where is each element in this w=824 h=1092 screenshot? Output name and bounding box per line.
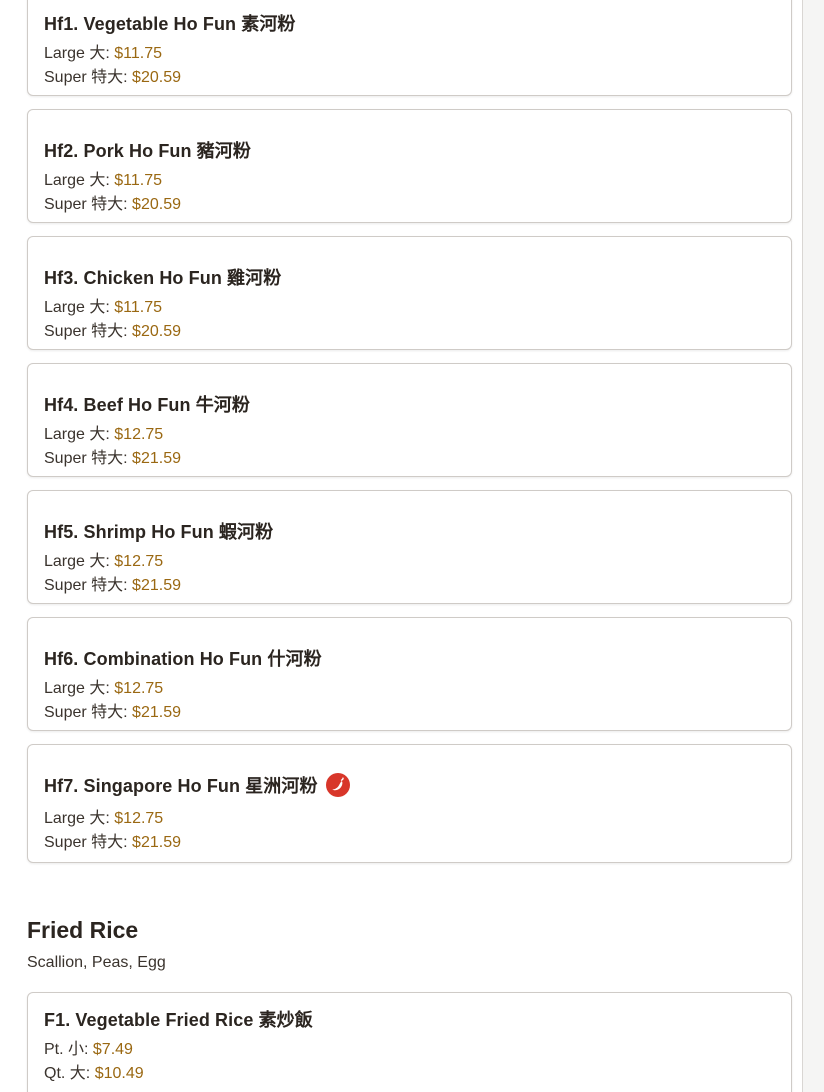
price-list: Large 大: $11.75 Super 特大: $20.59 <box>44 42 775 90</box>
price-row: Large 大: $12.75 <box>44 423 775 447</box>
price-row: Large 大: $12.75 <box>44 807 775 831</box>
menu-page: Hf1. Vegetable Ho Fun 素河粉 Large 大: $11.7… <box>0 0 803 1092</box>
price-value: $21.59 <box>132 450 181 467</box>
menu-item-card[interactable]: Hf7. Singapore Ho Fun 星洲河粉 Large 大: $12.… <box>27 744 792 863</box>
menu-item-card[interactable]: Hf6. Combination Ho Fun 什河粉 Large 大: $12… <box>27 617 792 731</box>
price-row: Large 大: $11.75 <box>44 169 775 193</box>
menu-item-title: Hf4. Beef Ho Fun 牛河粉 <box>44 395 251 415</box>
price-value: $21.59 <box>132 704 181 721</box>
menu-item-card[interactable]: Hf4. Beef Ho Fun 牛河粉 Large 大: $12.75 Sup… <box>27 363 792 477</box>
price-row: Super 特大: $20.59 <box>44 66 775 90</box>
price-list: Large 大: $12.75 Super 特大: $21.59 <box>44 807 775 855</box>
price-value: $10.49 <box>94 1065 144 1082</box>
price-row: Large 大: $11.75 <box>44 42 775 66</box>
price-size-label: Super 特大: <box>44 834 133 851</box>
price-value: $12.75 <box>114 426 164 443</box>
price-list: Large 大: $12.75 Super 特大: $21.59 <box>44 677 775 725</box>
menu-item-title: Hf2. Pork Ho Fun 豬河粉 <box>44 141 252 161</box>
price-list: Large 大: $11.75 Super 特大: $20.59 <box>44 169 775 217</box>
menu-item-header: Hf1. Vegetable Ho Fun 素河粉 <box>44 10 775 36</box>
price-value: $20.59 <box>132 69 181 86</box>
price-row: Super 特大: $20.59 <box>44 193 775 217</box>
menu-item-title: Hf5. Shrimp Ho Fun 蝦河粉 <box>44 522 274 542</box>
menu-item-header: F1. Vegetable Fried Rice 素炒飯 <box>44 1006 775 1032</box>
price-size-label: Large 大: <box>44 426 115 443</box>
price-value: $12.75 <box>114 810 164 827</box>
menu-item-header: Hf2. Pork Ho Fun 豬河粉 <box>44 137 775 163</box>
price-row: Large 大: $11.75 <box>44 296 775 320</box>
price-size-label: Super 特大: <box>44 196 133 213</box>
menu-item-header: Hf6. Combination Ho Fun 什河粉 <box>44 645 775 671</box>
price-size-label: Super 特大: <box>44 323 133 340</box>
section-description: Scallion, Peas, Egg <box>27 954 166 971</box>
price-value: $11.75 <box>114 299 163 316</box>
price-row: Super 特大: $20.59 <box>44 320 775 344</box>
price-value: $7.49 <box>92 1041 133 1058</box>
menu-item-header: Hf7. Singapore Ho Fun 星洲河粉 <box>44 772 775 798</box>
price-value: $20.59 <box>132 196 181 213</box>
price-list: Large 大: $11.75 Super 特大: $20.59 <box>44 296 775 344</box>
price-value: $12.75 <box>114 553 164 570</box>
menu-item-header: Hf4. Beef Ho Fun 牛河粉 <box>44 391 775 417</box>
price-row: Qt. 大: $10.49 <box>44 1062 775 1086</box>
price-value: $21.59 <box>132 834 181 851</box>
price-size-label: Large 大: <box>44 45 115 62</box>
price-list: Large 大: $12.75 Super 特大: $21.59 <box>44 550 775 598</box>
price-size-label: Super 特大: <box>44 450 133 467</box>
price-size-label: Super 特大: <box>44 577 133 594</box>
price-row: Large 大: $12.75 <box>44 677 775 701</box>
menu-item-title: F1. Vegetable Fried Rice 素炒飯 <box>44 1010 313 1030</box>
price-value: $11.75 <box>114 172 163 189</box>
price-row: Super 特大: $21.59 <box>44 574 775 598</box>
menu-item-card[interactable]: Hf5. Shrimp Ho Fun 蝦河粉 Large 大: $12.75 S… <box>27 490 792 604</box>
menu-item-title: Hf6. Combination Ho Fun 什河粉 <box>44 649 322 669</box>
price-size-label: Large 大: <box>44 553 115 570</box>
price-size-label: Large 大: <box>44 680 115 697</box>
fried-rice-section: Fried Rice Scallion, Peas, Egg F1. Veget… <box>27 913 792 1092</box>
price-size-label: Pt. 小: <box>44 1041 93 1058</box>
price-size-label: Super 特大: <box>44 704 133 721</box>
menu-item-title: Hf1. Vegetable Ho Fun 素河粉 <box>44 14 296 34</box>
price-value: $21.59 <box>132 577 181 594</box>
price-value: $20.59 <box>132 323 181 340</box>
menu-item-card[interactable]: Hf2. Pork Ho Fun 豬河粉 Large 大: $11.75 Sup… <box>27 109 792 223</box>
menu-item-title: Hf7. Singapore Ho Fun 星洲河粉 <box>44 776 318 796</box>
price-size-label: Large 大: <box>44 172 115 189</box>
price-size-label: Large 大: <box>44 299 115 316</box>
price-list: Large 大: $12.75 Super 特大: $21.59 <box>44 423 775 471</box>
price-value: $12.75 <box>114 680 164 697</box>
section-heading: Fried Rice <box>27 917 139 943</box>
price-size-label: Super 特大: <box>44 69 133 86</box>
menu-item-card[interactable]: F1. Vegetable Fried Rice 素炒飯 Pt. 小: $7.4… <box>27 992 792 1092</box>
price-size-label: Large 大: <box>44 810 115 827</box>
price-size-label: Qt. 大: <box>44 1065 95 1082</box>
menu-item-card[interactable]: Hf1. Vegetable Ho Fun 素河粉 Large 大: $11.7… <box>27 0 792 96</box>
menu-item-title: Hf3. Chicken Ho Fun 雞河粉 <box>44 268 282 288</box>
price-list: Pt. 小: $7.49 Qt. 大: $10.49 <box>44 1038 775 1086</box>
chili-pepper-icon <box>325 773 350 797</box>
menu-item-card[interactable]: Hf3. Chicken Ho Fun 雞河粉 Large 大: $11.75 … <box>27 236 792 350</box>
menu-item-header: Hf5. Shrimp Ho Fun 蝦河粉 <box>44 518 775 544</box>
ho-fun-item-list: Hf1. Vegetable Ho Fun 素河粉 Large 大: $11.7… <box>27 0 792 876</box>
price-row: Large 大: $12.75 <box>44 550 775 574</box>
price-row: Pt. 小: $7.49 <box>44 1038 775 1062</box>
price-row: Super 特大: $21.59 <box>44 701 775 725</box>
price-row: Super 特大: $21.59 <box>44 447 775 471</box>
price-row: Super 特大: $21.59 <box>44 831 775 855</box>
menu-item-header: Hf3. Chicken Ho Fun 雞河粉 <box>44 264 775 290</box>
price-value: $11.75 <box>114 45 163 62</box>
